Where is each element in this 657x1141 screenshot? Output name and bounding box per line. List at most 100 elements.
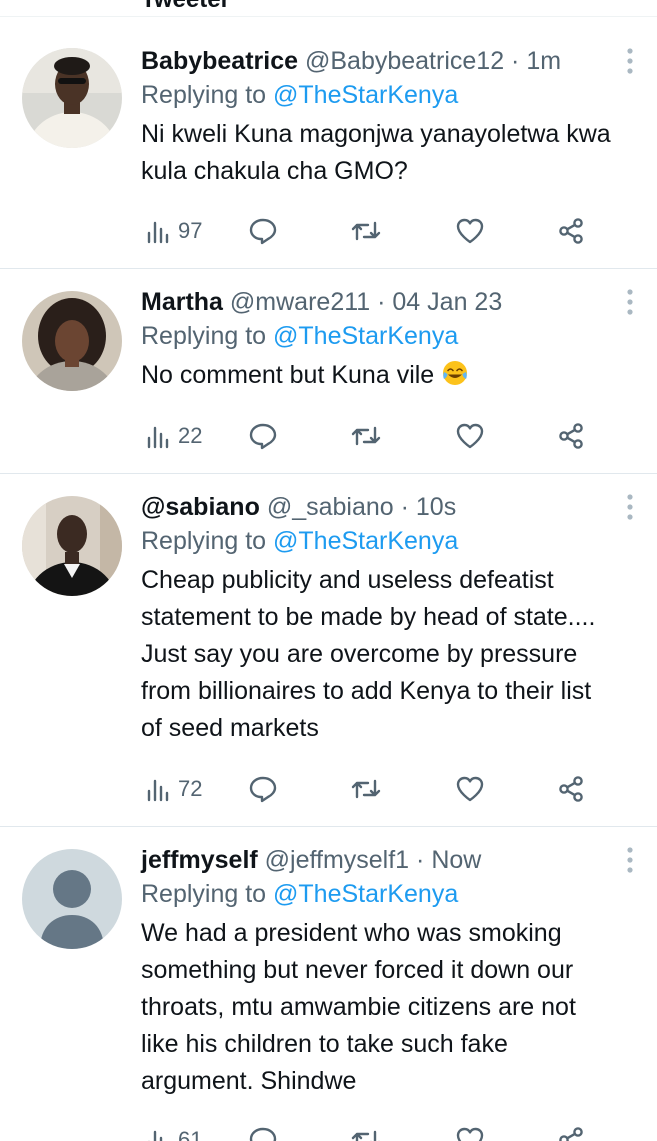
reply-button[interactable] [248, 419, 278, 453]
display-name[interactable]: @sabiano [141, 493, 260, 521]
views-button[interactable]: 97 [146, 214, 202, 248]
timestamp[interactable]: Now [431, 846, 481, 874]
timestamp[interactable]: 10s [416, 493, 456, 521]
tweet-header: @sabiano @_sabiano · 10s [141, 490, 617, 524]
separator-dot: · [511, 47, 520, 75]
tweet-actions: 22 [141, 419, 601, 453]
heart-icon [456, 423, 484, 449]
share-button[interactable] [557, 214, 585, 248]
replying-to: Replying to @TheStarKenya [141, 524, 617, 558]
mention-link[interactable]: @TheStarKenya [273, 81, 458, 109]
like-button[interactable] [455, 214, 485, 248]
retweet-button[interactable] [350, 1123, 382, 1141]
speech-bubble-icon [249, 423, 277, 450]
display-name[interactable]: jeffmyself [141, 846, 258, 874]
user-handle[interactable]: @_sabiano [267, 493, 394, 521]
like-button[interactable] [455, 772, 485, 806]
tweet-header: jeffmyself @jeffmyself1 · Now [141, 843, 617, 877]
vertical-dots-icon [627, 494, 633, 520]
more-options-button[interactable] [625, 48, 635, 79]
views-button[interactable]: 72 [146, 772, 202, 806]
replying-to-prefix: Replying to [141, 322, 267, 350]
user-handle[interactable]: @mware211 [230, 288, 370, 316]
bar-chart-icon [147, 221, 169, 244]
share-nodes-icon [559, 218, 583, 244]
mention-link[interactable]: @TheStarKenya [273, 527, 458, 555]
views-button[interactable]: 61 [146, 1123, 202, 1141]
share-nodes-icon [559, 423, 583, 449]
replying-to-prefix: Replying to [141, 527, 267, 555]
replying-to: Replying to @TheStarKenya [141, 319, 617, 353]
tweet-header: Babybeatrice @Babybeatrice12 · 1m [141, 44, 617, 78]
view-count: 97 [178, 218, 203, 243]
share-nodes-icon [559, 1127, 583, 1141]
retweet-button[interactable] [350, 772, 382, 806]
heart-icon [456, 1127, 484, 1141]
tweet-reply[interactable]: jeffmyself @jeffmyself1 · Now Replying t… [0, 827, 657, 1141]
reply-button[interactable] [248, 214, 278, 248]
speech-bubble-icon [249, 1127, 277, 1141]
tweet-reply[interactable]: Martha @mware211 · 04 Jan 23 Replying to… [0, 269, 657, 474]
top-fragment-label: Tweeter [141, 0, 230, 14]
tweet-reply[interactable]: Babybeatrice @Babybeatrice12 · 1m Replyi… [0, 16, 657, 269]
replying-to-prefix: Replying to [141, 81, 267, 109]
tweet-actions: 97 [141, 214, 601, 248]
retweet-button[interactable] [350, 419, 382, 453]
share-button[interactable] [557, 419, 585, 453]
replying-to-prefix: Replying to [141, 880, 267, 908]
share-nodes-icon [559, 776, 583, 802]
share-button[interactable] [557, 1123, 585, 1141]
tweet-actions: 72 [141, 772, 601, 806]
avatar[interactable] [22, 48, 122, 148]
more-options-button[interactable] [625, 847, 635, 878]
heart-icon [456, 776, 484, 802]
heart-icon [456, 218, 484, 244]
speech-bubble-icon [249, 218, 277, 245]
top-fragment: Tweeter [0, 0, 657, 17]
speech-bubble-icon [249, 776, 277, 803]
default-avatar[interactable] [22, 849, 122, 949]
view-count: 72 [178, 776, 203, 801]
separator-dot: · [400, 493, 409, 521]
separator-dot: · [416, 846, 425, 874]
retweet-button[interactable] [350, 214, 382, 248]
tweet-text: No comment but Kuna vile [141, 361, 435, 389]
vertical-dots-icon [627, 48, 633, 74]
views-button[interactable]: 22 [146, 419, 202, 453]
mention-link[interactable]: @TheStarKenya [273, 880, 458, 908]
avatar[interactable] [22, 496, 122, 596]
user-handle[interactable]: @jeffmyself1 [265, 846, 409, 874]
face-with-tears-of-joy-icon [443, 361, 468, 385]
vertical-dots-icon [627, 847, 633, 873]
mention-link[interactable]: @TheStarKenya [273, 322, 458, 350]
display-name[interactable]: Martha [141, 288, 223, 316]
retweet-arrows-icon [351, 221, 381, 241]
retweet-arrows-icon [351, 1130, 380, 1141]
bar-chart-icon [147, 426, 169, 449]
like-button[interactable] [455, 1123, 485, 1141]
retweet-arrows-icon [351, 426, 381, 446]
bar-chart-icon [148, 1130, 163, 1141]
timestamp[interactable]: 04 Jan 23 [392, 288, 502, 316]
user-handle[interactable]: @Babybeatrice12 [305, 47, 504, 75]
like-button[interactable] [455, 419, 485, 453]
tweet-reply[interactable]: @sabiano @_sabiano · 10s Replying to @Th… [0, 474, 657, 827]
replying-to: Replying to @TheStarKenya [141, 78, 617, 112]
reply-button[interactable] [248, 1123, 278, 1141]
reply-button[interactable] [248, 772, 278, 806]
view-count: 22 [178, 423, 203, 448]
separator-dot: · [377, 288, 386, 316]
replying-to: Replying to @TheStarKenya [141, 877, 617, 911]
share-button[interactable] [557, 772, 585, 806]
tweet-text: Ni kweli Kuna magonjwa yanayoletwa kwa k… [141, 120, 611, 185]
vertical-dots-icon [627, 289, 633, 315]
tweet-header: Martha @mware211 · 04 Jan 23 [141, 285, 617, 319]
more-options-button[interactable] [625, 289, 635, 320]
avatar[interactable] [22, 291, 122, 391]
more-options-button[interactable] [625, 494, 635, 525]
view-count: 61 [178, 1127, 203, 1141]
bar-chart-icon [147, 779, 169, 802]
display-name[interactable]: Babybeatrice [141, 47, 298, 75]
timestamp[interactable]: 1m [526, 47, 561, 75]
tweet-text: We had a president who was smoking somet… [141, 919, 576, 1095]
